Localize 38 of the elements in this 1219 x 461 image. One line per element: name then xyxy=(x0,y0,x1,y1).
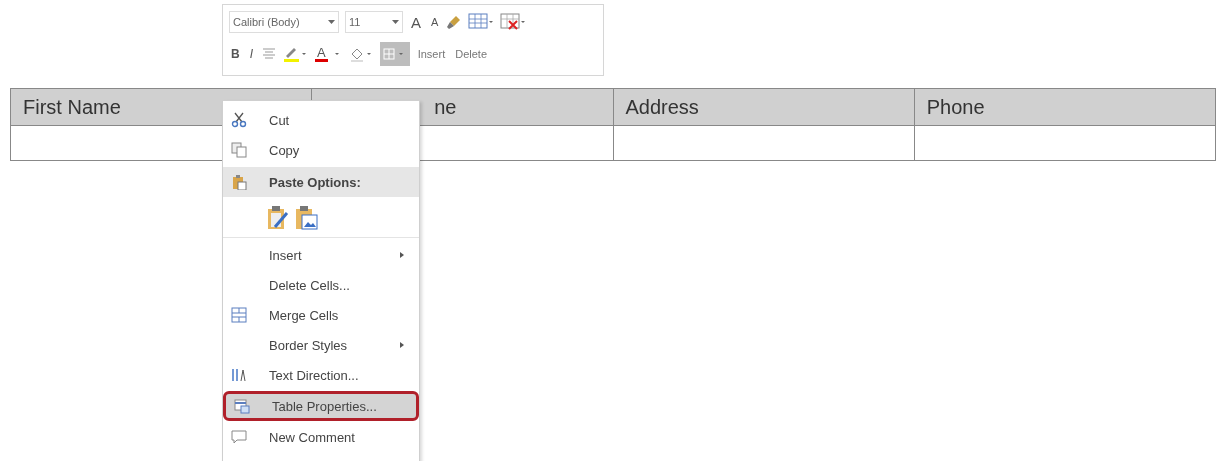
menu-item[interactable]: Insert xyxy=(223,240,419,270)
menu-item[interactable]: New Comment xyxy=(223,422,419,452)
submenu-arrow-icon xyxy=(399,341,405,349)
brush-icon[interactable] xyxy=(446,14,463,30)
font-size-dropdown[interactable]: 11 xyxy=(345,11,403,33)
delete-table-icon[interactable] xyxy=(500,13,527,31)
insert-button[interactable]: Insert xyxy=(415,48,448,60)
paste-picture-icon[interactable] xyxy=(295,205,319,231)
menu-item[interactable]: Text Direction... xyxy=(223,360,419,390)
table-properties-icon xyxy=(234,398,250,414)
insert-table-icon[interactable] xyxy=(468,13,495,31)
text-direction-icon xyxy=(231,367,247,383)
copy-icon xyxy=(231,142,247,158)
caret-icon xyxy=(392,19,399,25)
borders-button[interactable] xyxy=(379,42,410,66)
caret-icon xyxy=(328,19,335,25)
comment-icon xyxy=(231,429,247,445)
bold-button[interactable]: B xyxy=(229,47,242,61)
menu-header-label: Paste Options: xyxy=(269,174,361,190)
header-cell: Phone xyxy=(914,88,1216,126)
italic-button[interactable]: I xyxy=(247,47,255,61)
header-cell: Address xyxy=(613,88,915,126)
shrink-font-button[interactable]: A xyxy=(429,16,441,28)
menu-item[interactable]: Merge Cells xyxy=(223,300,419,330)
font-color-button[interactable]: A xyxy=(315,46,328,62)
delete-button[interactable]: Delete xyxy=(453,48,489,60)
merge-cells-icon xyxy=(231,307,247,323)
menu-item[interactable]: Copy xyxy=(223,135,419,165)
paste-keep-format-icon[interactable] xyxy=(267,205,289,231)
highlighter-icon[interactable] xyxy=(283,46,309,62)
grow-font-button[interactable]: A xyxy=(409,13,423,31)
font-dropdown[interactable]: Calibri (Body) xyxy=(229,11,339,33)
menu-item[interactable]: Border Styles xyxy=(223,330,419,360)
menu-item[interactable]: Delete Cells... xyxy=(223,270,419,300)
submenu-arrow-icon xyxy=(399,251,405,259)
clipboard-icon xyxy=(231,174,247,190)
menu-item[interactable]: Table Properties... xyxy=(223,391,419,421)
scissors-icon xyxy=(231,112,247,128)
